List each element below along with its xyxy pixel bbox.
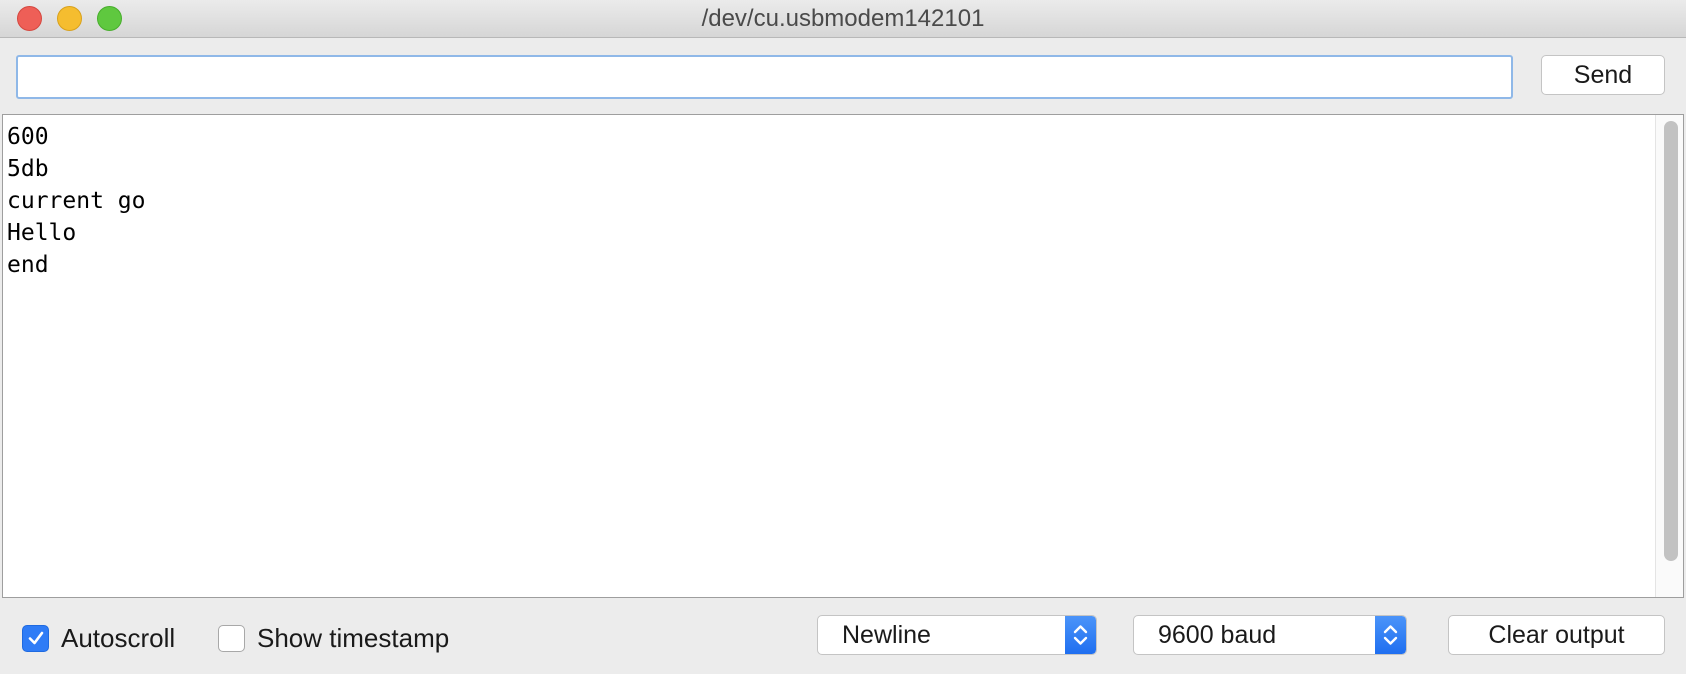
send-button[interactable]: Send <box>1541 55 1665 95</box>
chevron-up-down-icon <box>1375 616 1406 654</box>
vertical-scrollbar[interactable] <box>1655 115 1683 597</box>
serial-monitor-window: /dev/cu.usbmodem142101 Send 600 5db curr… <box>0 0 1686 674</box>
autoscroll-option[interactable]: Autoscroll <box>22 623 175 653</box>
show-timestamp-option[interactable]: Show timestamp <box>218 623 449 653</box>
scrollbar-thumb[interactable] <box>1664 121 1678 561</box>
serial-output-area[interactable]: 600 5db current go Hello end <box>2 114 1684 598</box>
output-line: end <box>7 252 49 278</box>
title-bar[interactable]: /dev/cu.usbmodem142101 <box>0 0 1686 38</box>
output-line: current go <box>7 188 146 214</box>
show-timestamp-checkbox[interactable] <box>218 624 245 652</box>
line-ending-select[interactable]: Newline <box>817 615 1097 655</box>
autoscroll-checkbox[interactable] <box>22 624 49 652</box>
output-line: 600 <box>7 124 49 150</box>
output-line: Hello <box>7 220 77 246</box>
output-lines: 600 5db current go Hello end <box>7 121 145 281</box>
chevron-up-down-icon <box>1065 616 1096 654</box>
output-line: 5db <box>7 156 49 182</box>
checkmark-icon <box>28 631 43 645</box>
window-title: /dev/cu.usbmodem142101 <box>701 5 985 32</box>
baud-rate-select[interactable]: 9600 baud <box>1133 615 1407 655</box>
show-timestamp-label: Show timestamp <box>257 622 450 653</box>
autoscroll-label: Autoscroll <box>61 622 176 653</box>
clear-output-button[interactable]: Clear output <box>1448 615 1665 655</box>
serial-send-input[interactable] <box>16 55 1513 99</box>
line-ending-value: Newline <box>842 621 931 649</box>
baud-rate-value: 9600 baud <box>1158 621 1277 649</box>
